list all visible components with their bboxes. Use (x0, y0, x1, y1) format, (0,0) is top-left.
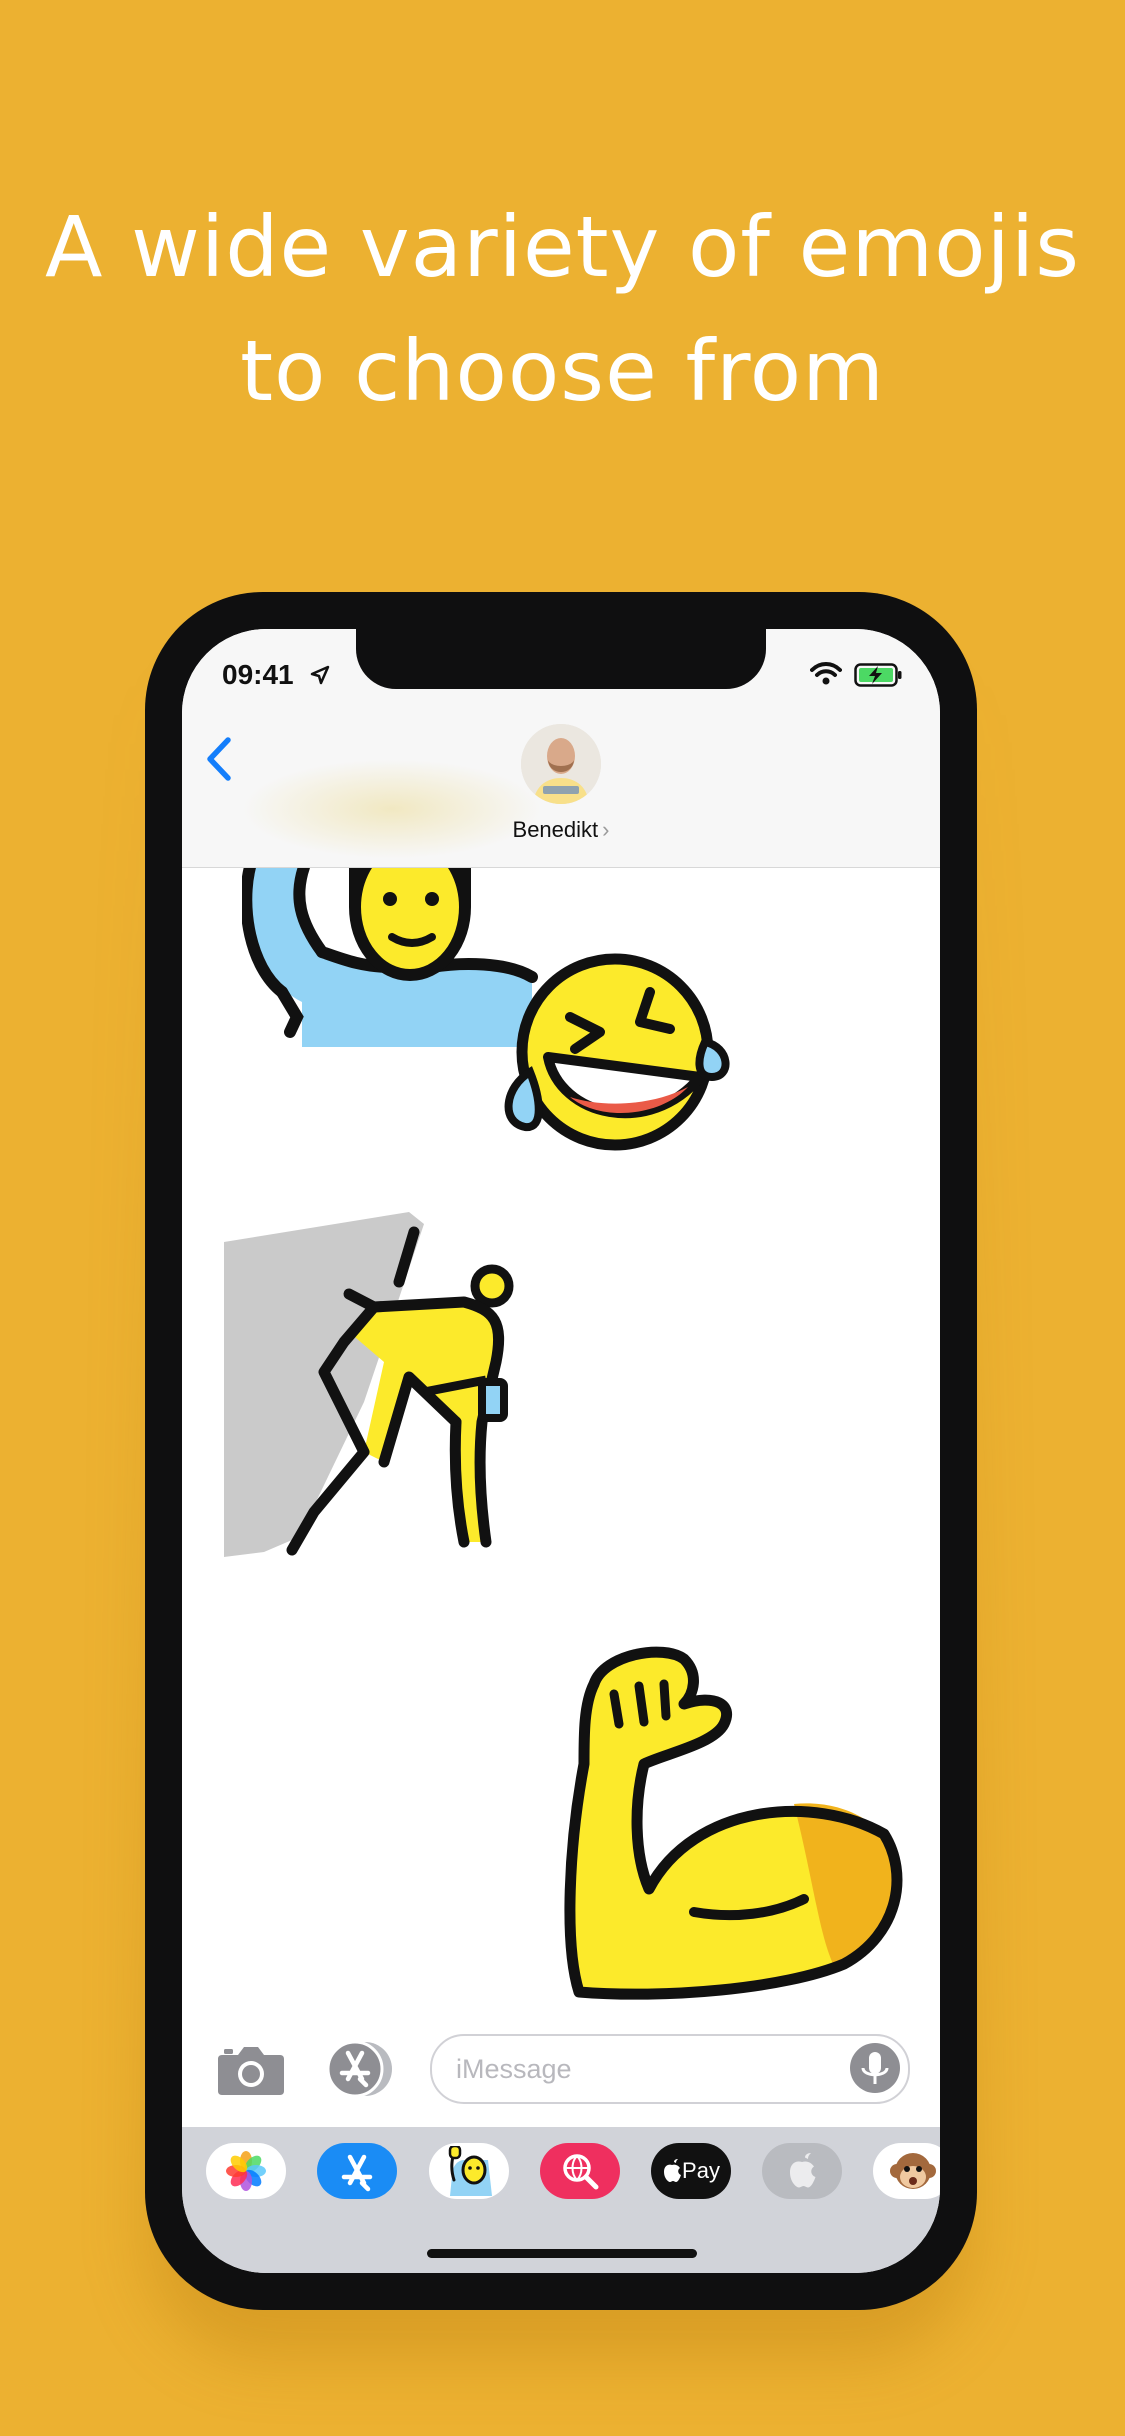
headline-line-2: to choose from (240, 322, 885, 420)
rolling-laughing-sticker[interactable] (500, 947, 730, 1167)
notch (356, 629, 766, 689)
home-indicator[interactable] (427, 2249, 697, 2258)
contact-name: Benedikt (512, 817, 599, 842)
phone-frame: 09:41 Benedikt › iMessage Pay (145, 592, 977, 2310)
imessage-placeholder: iMessage (456, 2054, 572, 2084)
wifi-icon (810, 662, 842, 685)
photos-app[interactable] (206, 2143, 286, 2199)
animoji-monkey-icon (890, 2153, 936, 2189)
person-raising-hand-sticker[interactable] (242, 867, 542, 1047)
phone-screen: 09:41 Benedikt › iMessage Pay (182, 629, 940, 2273)
headline: A wide variety of emojis to choose from (0, 185, 1125, 433)
microphone-button[interactable] (850, 2043, 900, 2093)
app-store-app[interactable] (317, 2143, 397, 2199)
flexed-biceps-sticker[interactable] (564, 1644, 909, 2004)
apple-music-icon (790, 2153, 816, 2188)
apple-music-app[interactable] (762, 2143, 842, 2199)
back-chevron-icon[interactable] (204, 734, 234, 784)
sticker-app[interactable] (429, 2143, 509, 2199)
location-arrow-icon (310, 665, 330, 685)
contact-avatar[interactable] (521, 724, 601, 804)
sticker-app-icon (448, 2146, 492, 2196)
chevron-right-icon: › (602, 817, 610, 842)
battery-charging-icon (854, 663, 902, 687)
contact-name-row[interactable]: Benedikt › (182, 817, 940, 843)
animoji-app[interactable] (873, 2143, 940, 2199)
app-store-icon (341, 2154, 373, 2192)
apple-pay-label: Pay (682, 2158, 720, 2183)
apple-pay-app[interactable]: Pay (651, 2143, 731, 2199)
avatar-photo (521, 724, 601, 804)
microphone-icon (861, 2052, 889, 2084)
photos-icon (226, 2151, 266, 2191)
message-composer: iMessage (182, 2019, 940, 2127)
app-drawer: Pay (182, 2127, 940, 2273)
search-globe-app[interactable] (540, 2143, 620, 2199)
imessage-input[interactable]: iMessage (430, 2034, 910, 2104)
headline-line-1: A wide variety of emojis (45, 198, 1080, 296)
status-time: 09:41 (222, 659, 294, 690)
camera-icon[interactable] (216, 2041, 286, 2097)
apple-pay-icon (664, 2159, 682, 2182)
person-climbing-sticker[interactable] (224, 1212, 544, 1572)
conversation-header: 09:41 Benedikt › (182, 629, 940, 868)
search-globe-icon (563, 2154, 599, 2190)
app-store-icon[interactable] (322, 2039, 398, 2099)
blurred-background (242, 759, 542, 859)
